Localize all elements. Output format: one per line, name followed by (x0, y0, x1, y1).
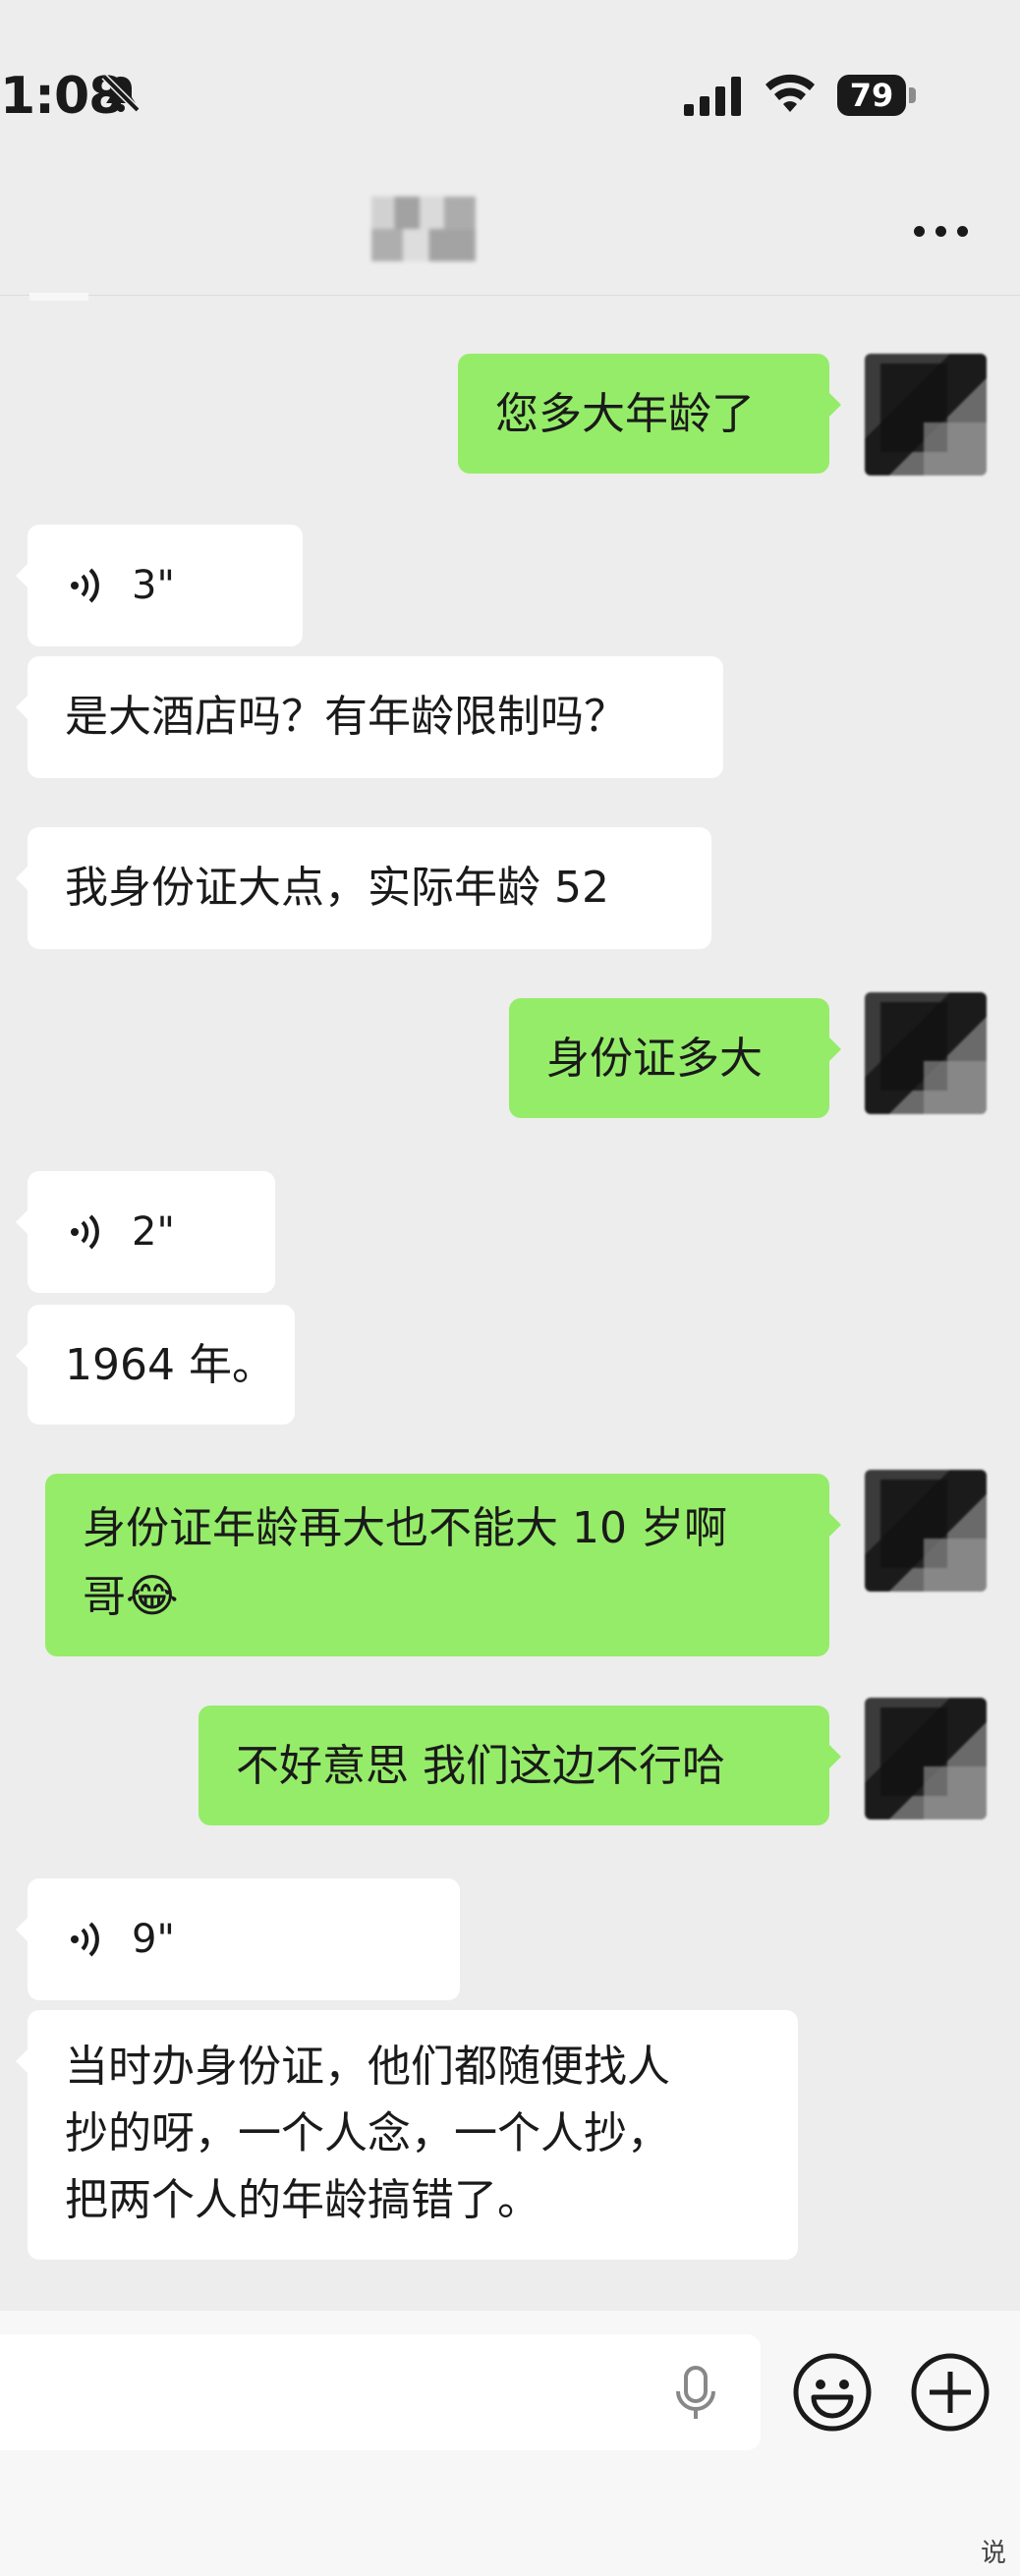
message-text: 1964 年。 (65, 1340, 275, 1390)
laughing-crying-emoji: 😂 (126, 1569, 179, 1622)
message-text: 我身份证大点，实际年龄 52 (65, 863, 609, 913)
message-bubble-in[interactable]: 是大酒店吗？有年龄限制吗？ (16, 656, 723, 778)
more-dots-icon[interactable] (914, 226, 969, 238)
voice-message-bubble[interactable]: 9" (16, 1878, 460, 2000)
message-text-line: 把两个人的年龄搞错了。 (65, 2175, 540, 2225)
message-bubble-in[interactable]: 当时办身份证，他们都随便找人 抄的呀，一个人念，一个人抄， 把两个人的年龄搞错了… (16, 2010, 798, 2260)
emoji-icon[interactable] (792, 2352, 873, 2433)
corner-watermark: 说 (981, 2539, 1007, 2568)
avatar-self[interactable] (865, 1698, 987, 1820)
battery-level: 79 (837, 75, 906, 116)
avatar-self[interactable] (865, 354, 987, 476)
plus-icon[interactable] (910, 2352, 991, 2433)
message-text: 您多大年龄了 (495, 389, 755, 439)
header-divider (0, 295, 1020, 296)
message-bubble-in[interactable]: 我身份证大点，实际年龄 52 (16, 827, 711, 949)
message-bubble-in[interactable]: 1964 年。 (16, 1305, 295, 1425)
voice-wave-icon (71, 568, 99, 603)
battery-nub (909, 87, 916, 103)
message-text-line: 哥 (83, 1572, 126, 1622)
header-divider-highlight (29, 293, 88, 301)
microphone-icon[interactable] (664, 2362, 727, 2425)
message-text: 不好意思 我们这边不行哈 (236, 1741, 725, 1791)
battery-indicator: 79 (837, 75, 918, 116)
voice-wave-icon (71, 1922, 99, 1957)
message-text-line: 身份证年龄再大也不能大 10 岁啊 (83, 1503, 727, 1553)
chat-title-blurred (371, 196, 476, 261)
voice-duration: 3" (132, 563, 175, 608)
message-bubble-out[interactable]: 您多大年龄了 (458, 354, 841, 474)
message-text: 身份证多大 (546, 1034, 763, 1084)
message-text-line: 当时办身份证，他们都随便找人 (65, 2042, 670, 2092)
voice-message-bubble[interactable]: 2" (16, 1171, 275, 1293)
cellular-signal-icon (684, 77, 741, 116)
message-bubble-out[interactable]: 身份证年龄再大也不能大 10 岁啊 哥😂 (45, 1474, 841, 1656)
muted-bell-icon (101, 74, 141, 113)
voice-message-bubble[interactable]: 3" (16, 525, 303, 646)
voice-wave-icon (71, 1214, 99, 1250)
avatar-self[interactable] (865, 992, 987, 1114)
message-text: 是大酒店吗？有年龄限制吗？ (65, 692, 627, 742)
voice-duration: 9" (132, 1917, 175, 1962)
message-bubble-out[interactable]: 不好意思 我们这边不行哈 (198, 1706, 841, 1825)
voice-duration: 2" (132, 1209, 175, 1255)
wifi-icon (765, 74, 815, 112)
message-bubble-out[interactable]: 身份证多大 (509, 998, 841, 1118)
avatar-self[interactable] (865, 1470, 987, 1592)
message-input-field[interactable] (0, 2334, 761, 2450)
message-text-line: 抄的呀，一个人念，一个人抄， (65, 2108, 670, 2158)
